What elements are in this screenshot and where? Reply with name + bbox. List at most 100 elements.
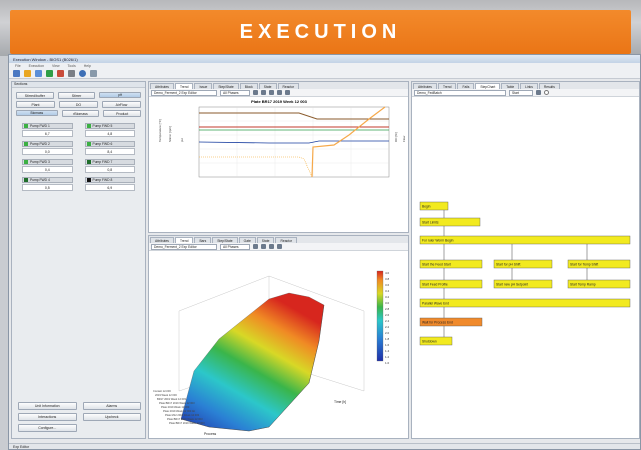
home-icon[interactable]	[13, 70, 20, 77]
menu-item[interactable]: File	[15, 64, 21, 68]
run-label: Plate BR17 2019 Week 12 003	[169, 421, 205, 425]
phase-select[interactable]: All Phases	[220, 243, 250, 250]
status-bar: Exp Editor	[9, 443, 640, 449]
menu-item[interactable]: View	[52, 64, 60, 68]
mode-button[interactable]: AirFlow	[102, 101, 141, 108]
export-icon[interactable]	[277, 244, 282, 249]
tab-gate[interactable]: Gate	[238, 237, 256, 243]
tab-reactor[interactable]: Reactor	[277, 83, 300, 89]
pump-value: 0,5	[22, 184, 73, 191]
refresh-icon[interactable]	[253, 90, 258, 95]
tab-state[interactable]: State	[258, 83, 277, 89]
tab-bars[interactable]: Bars	[194, 237, 212, 243]
tab-step-state[interactable]: Step/State	[212, 237, 238, 243]
refresh-icon[interactable]	[253, 244, 258, 249]
print-icon[interactable]	[285, 90, 290, 95]
status-led-icon	[86, 142, 91, 146]
unit-information-button[interactable]: Unit Information	[18, 402, 77, 410]
step-label: Parallel Wave End	[422, 302, 449, 306]
y-axis-label: DO [%]	[394, 132, 398, 142]
pump-value: 0,4	[22, 166, 73, 173]
tab-stepchart[interactable]: StepChart	[475, 83, 501, 89]
run-label: Plate M12 2019 Week 12 003	[165, 413, 200, 417]
pump-value: 4,8	[84, 130, 135, 137]
menu-item[interactable]: Tools	[68, 64, 76, 68]
pump-widget[interactable]: Pump FWD 8 6,9	[84, 177, 135, 193]
tab-trend[interactable]: Trend	[437, 83, 457, 89]
pump-widget[interactable]: Pump FWD 7 0,8	[84, 159, 135, 175]
run-label: 2019 Week 12 003	[155, 393, 177, 397]
tab-attributes[interactable]: Attributes	[150, 237, 174, 243]
mode-button[interactable]: pH	[99, 92, 142, 98]
info-icon[interactable]	[544, 90, 549, 95]
upcheck-button[interactable]: Upcheck	[82, 413, 141, 421]
tab-block[interactable]: Block	[239, 83, 258, 89]
color-legend-bar	[376, 270, 384, 362]
pump-value: 0,0	[22, 148, 73, 155]
pump-widget[interactable]: Pump FWD 2 0,0	[22, 141, 73, 157]
experiment-select[interactable]: Demo_Ferment_2 Exp Editor	[151, 89, 217, 96]
pump-widget[interactable]: Pump FWD 3 0,4	[22, 159, 73, 175]
mode-button[interactable]: Product	[103, 110, 142, 117]
tab-links[interactable]: Links	[520, 83, 538, 89]
tab-attributes[interactable]: Attributes	[413, 83, 437, 89]
tab-reactor[interactable]: Reactor	[275, 237, 298, 243]
mode-button[interactable]: Biomass	[16, 110, 58, 116]
tab-state[interactable]: State	[256, 237, 275, 243]
pump-widget[interactable]: Pump FWD 6 8,4	[84, 141, 135, 157]
mode-button[interactable]: DO	[59, 101, 98, 108]
toolbar	[9, 69, 640, 79]
experiment-select[interactable]: Demo_Ferment_2 Exp Editor	[151, 243, 217, 250]
pump-value: 8,4	[84, 148, 135, 155]
legend-value: 2.2	[385, 325, 390, 329]
help-icon[interactable]	[79, 70, 86, 77]
tab-results[interactable]: Results	[538, 83, 560, 89]
run-label: BR17 2019 Week 12 003	[157, 397, 186, 401]
mode-button[interactable]: rBiomass	[61, 110, 100, 117]
menu-item[interactable]: Execution	[29, 64, 44, 68]
phase-select[interactable]: All Phases	[220, 89, 250, 96]
pump-widget[interactable]: Pump FWD 1 6,7	[22, 123, 73, 139]
tab-trend[interactable]: Trend	[174, 83, 194, 89]
zoom-in-icon[interactable]	[261, 244, 266, 249]
pump-name: Pump FWD 8	[92, 178, 113, 182]
mode-button[interactable]: Plant	[16, 101, 55, 108]
run-label: Plate BR17 2019 Week 12 003	[167, 417, 203, 421]
alarms-button[interactable]: Alarms	[82, 402, 141, 410]
zoom-out-icon[interactable]	[269, 244, 274, 249]
save-icon[interactable]	[35, 70, 42, 77]
trend-tabs: Attributes Trend Issue Step/State Block …	[149, 82, 408, 89]
stop-icon[interactable]	[57, 70, 64, 77]
tab-table[interactable]: Table	[501, 83, 520, 89]
tab-fails[interactable]: Fails	[457, 83, 475, 89]
tab-step-state[interactable]: Step/State	[213, 83, 239, 89]
zoom-out-icon[interactable]	[269, 90, 274, 95]
interactions-button[interactable]: Interactions	[18, 413, 77, 421]
menu-item[interactable]: Help	[84, 64, 91, 68]
step-chart-panel: Attributes Trend Fails StepChart Table L…	[411, 81, 640, 439]
tab-attributes[interactable]: Attributes	[150, 83, 174, 89]
configure-button[interactable]: Configure...	[18, 424, 77, 432]
zoom-icon[interactable]	[90, 70, 97, 77]
pump-value: 6,9	[84, 184, 135, 191]
tab-issue[interactable]: Issue	[194, 83, 213, 89]
mode-button[interactable]: Stirred/buffer	[16, 92, 54, 99]
refresh-icon[interactable]	[536, 90, 541, 95]
recipe-select[interactable]: Demo_FedBatch	[414, 89, 506, 96]
zoom-in-icon[interactable]	[261, 90, 266, 95]
pump-widget[interactable]: Pump FWD 4 0,5	[22, 177, 73, 193]
mode-button[interactable]: Stirrer	[57, 92, 96, 99]
run-label: Contact 12-003	[153, 389, 171, 393]
pump-widget[interactable]: Pump FWD 5 4,8	[84, 123, 135, 139]
export-icon[interactable]	[277, 90, 282, 95]
start-select[interactable]: Start	[509, 89, 533, 96]
step-block[interactable]	[419, 298, 631, 308]
settings-icon[interactable]	[68, 70, 75, 77]
pump-grid: Pump FWD 1 6,7 Pump FWD 5 4,8 Pump FWD 2 0,…	[12, 118, 145, 198]
run-label: Plate 2019 Week 12 003 Ab	[163, 409, 196, 413]
tab-trend[interactable]: Trend	[174, 237, 194, 243]
folder-icon[interactable]	[24, 70, 31, 77]
pump-name: Pump FWD 3	[30, 160, 50, 164]
play-icon[interactable]	[46, 70, 53, 77]
step-label: Start Temp Ramp	[570, 283, 596, 287]
